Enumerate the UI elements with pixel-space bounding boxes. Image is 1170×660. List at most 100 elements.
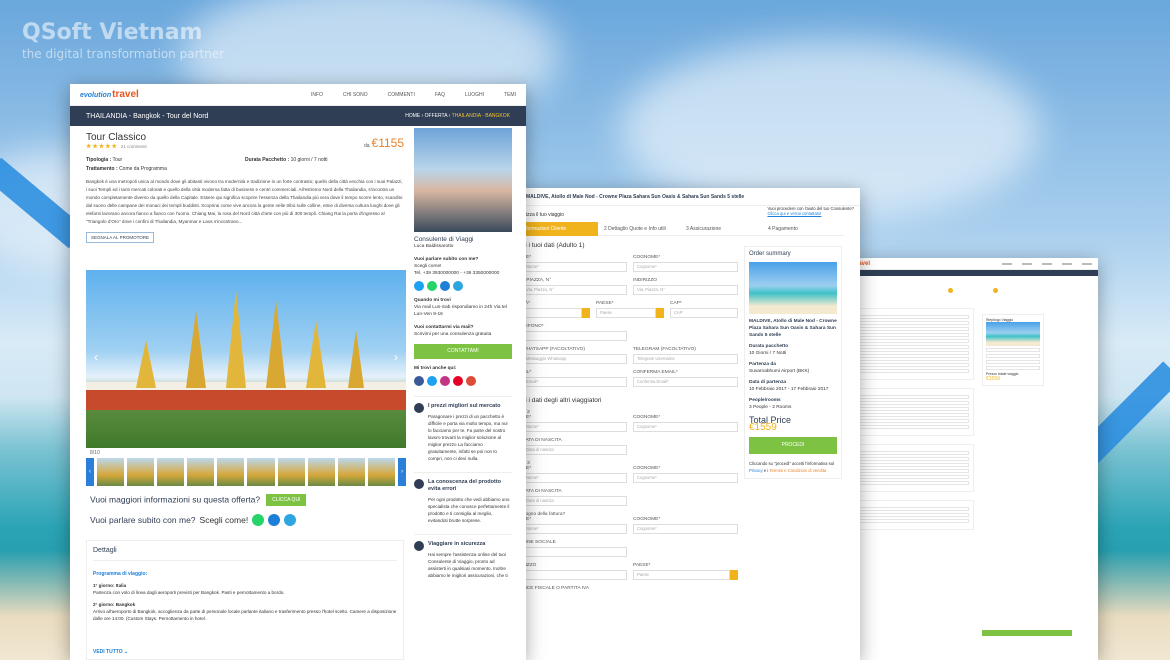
nav-faq[interactable]: FAQ: [435, 92, 445, 98]
gallery-image: ‹ ›: [86, 270, 406, 448]
chevron-left-icon[interactable]: ‹: [86, 458, 94, 486]
name-input[interactable]: Nome*: [522, 422, 627, 432]
privacy-link[interactable]: Privacy: [749, 468, 763, 473]
whatsapp-input[interactable]: Messaggio Whatsapp: [522, 354, 627, 364]
messenger-icon[interactable]: [440, 281, 450, 291]
chevron-right-icon[interactable]: ›: [390, 350, 402, 364]
phone-input[interactable]: [522, 331, 627, 341]
thumbnail[interactable]: [97, 458, 125, 486]
preview-nav: travel: [848, 258, 1098, 270]
see-all-link[interactable]: VEDI TUTTO ⌄: [93, 649, 128, 655]
thumbnail[interactable]: [217, 458, 245, 486]
chevron-down-icon[interactable]: [582, 308, 590, 318]
telegram-input[interactable]: Telegram Username: [633, 354, 738, 364]
google-plus-icon[interactable]: [466, 376, 476, 386]
name-input[interactable]: Nome*: [522, 262, 627, 272]
consultant-help[interactable]: Vuoi procedere con l'aiuto del tuo Consu…: [767, 206, 854, 216]
surname-input[interactable]: Cognome*: [633, 262, 738, 272]
thumbnail[interactable]: [337, 458, 365, 486]
birthdate-input[interactable]: Data di nascita: [522, 496, 627, 506]
step-insurance[interactable]: 3 Assicurazione: [680, 226, 762, 232]
chevron-down-icon[interactable]: [730, 570, 738, 580]
book-icon: [414, 479, 424, 489]
info-cta: Vuoi maggiori informazioni su questa off…: [90, 494, 307, 506]
order-summary: Order summary MALDIVE, Atollo di Male No…: [744, 246, 842, 479]
name-input[interactable]: Nome*: [522, 473, 627, 483]
city-select[interactable]: [522, 308, 582, 318]
billing-address-input[interactable]: [522, 570, 627, 580]
booking-form-window: MALDIVE, Atollo di Male Nod - Crowne Pla…: [516, 188, 860, 660]
gallery-thumbnails: ‹ ›: [86, 458, 406, 486]
nav-commenti[interactable]: COMMENTI: [388, 92, 415, 98]
surname-input[interactable]: Cognome*: [633, 524, 738, 534]
country-select[interactable]: Paese: [633, 570, 730, 580]
checkout-preview-window: travel Riepilogo Viaggio Prezzo totale v…: [848, 258, 1098, 660]
telegram-icon[interactable]: [453, 281, 463, 291]
logo[interactable]: evolutiontravel: [80, 89, 139, 100]
tour-title: Tour Classico: [86, 132, 147, 143]
nav-chi-sono[interactable]: CHI SONO: [343, 92, 368, 98]
building-icon: [414, 403, 424, 413]
page-header: THAILANDIA - Bangkok - Tour del Nord HOM…: [70, 106, 526, 126]
chevron-down-icon[interactable]: [656, 308, 664, 318]
contact-button[interactable]: CONTATTAMI: [414, 344, 512, 359]
whatsapp-icon[interactable]: [252, 514, 265, 526]
section-label: alizza il tuo viaggio: [522, 212, 564, 218]
chevron-right-icon[interactable]: ›: [397, 458, 406, 486]
pinterest-icon[interactable]: [453, 376, 463, 386]
chevron-left-icon[interactable]: ‹: [90, 350, 102, 364]
proceed-button[interactable]: PROCEDI: [749, 437, 837, 454]
step-client-info[interactable]: Informazioni Cliente: [516, 221, 598, 236]
address-input[interactable]: Via, Piazza, N°: [633, 285, 738, 295]
instagram-icon[interactable]: [440, 376, 450, 386]
nav-info[interactable]: INFO: [311, 92, 323, 98]
thumbnail[interactable]: [157, 458, 185, 486]
step-payment[interactable]: 4 Pagamento: [762, 226, 844, 232]
surname-input[interactable]: Cognome*: [633, 422, 738, 432]
temple-illustration: [86, 290, 406, 410]
beach-image: [986, 322, 1040, 346]
surname-input[interactable]: Cognome*: [633, 473, 738, 483]
skype-icon[interactable]: [414, 281, 424, 291]
consultant-sidebar: Consulente di Viaggi Luca Baldissarotto …: [414, 128, 512, 579]
feature-best-price: I prezzi migliori sul mercato Paragonare …: [414, 396, 512, 462]
tour-description: Bangkok è una metropoli unica al mondo d…: [86, 179, 403, 224]
thumbnail[interactable]: [307, 458, 335, 486]
name-input[interactable]: Nome*: [522, 524, 627, 534]
street-input[interactable]: Via, Piazza, N°: [522, 285, 627, 295]
nav-temi[interactable]: TEMI: [504, 92, 516, 98]
page-title: THAILANDIA - Bangkok - Tour del Nord: [86, 112, 209, 120]
preview-proceed-button[interactable]: [982, 630, 1072, 636]
whatsapp-icon[interactable]: [427, 281, 437, 291]
feature-security: Viaggiare in sicurezza Hai sempre l'assis…: [414, 534, 512, 579]
thumbnail[interactable]: [187, 458, 215, 486]
booking-title: MALDIVE, Atollo di Male Nod - Crowne Pla…: [516, 188, 860, 206]
facebook-icon[interactable]: [414, 376, 424, 386]
step-quotes[interactable]: 2 Dettaglio Quote e Info utili: [598, 226, 680, 232]
thumbnail[interactable]: [247, 458, 275, 486]
nav-luoghi[interactable]: LUOGHI: [465, 92, 484, 98]
company-input[interactable]: [522, 547, 627, 557]
confirm-email-input[interactable]: Conferma Email*: [633, 377, 738, 387]
thumbnail[interactable]: [127, 458, 155, 486]
preview-header: [848, 270, 1098, 276]
rating-stars[interactable]: ★★★★★ 21 commenti: [86, 143, 404, 150]
telegram-icon[interactable]: [284, 514, 297, 526]
preview-summary: Riepilogo Viaggio Prezzo totale viaggio …: [982, 314, 1044, 386]
click-here-button[interactable]: CLICCA QUI: [266, 494, 307, 506]
tour-page-window: evolutiontravel INFO CHI SONO COMMENTI F…: [70, 84, 526, 660]
details-panel: Dettagli Programma di viaggio: 1° giorno…: [86, 540, 404, 660]
report-button[interactable]: SEGNALA AL PROMOTORE: [86, 232, 155, 243]
watermark: QSoft Vietnam the digital transformation …: [22, 20, 225, 61]
twitter-icon[interactable]: [427, 376, 437, 386]
thumbnail[interactable]: [367, 458, 395, 486]
country-select[interactable]: Paese: [596, 308, 656, 318]
email-input[interactable]: Email*: [522, 377, 627, 387]
tour-info: Tour Classico ★★★★★ 21 commenti da €1155 T…: [86, 132, 404, 243]
messenger-icon[interactable]: [268, 514, 281, 526]
birthdate-input[interactable]: Data di nascita: [522, 445, 627, 455]
terms-link[interactable]: Termini e Condizioni di vendita: [769, 468, 826, 473]
zip-input[interactable]: CAP: [670, 308, 738, 318]
thumbnail[interactable]: [277, 458, 305, 486]
traveller-form: ci i tuoi dati (Adulto 1) ME* Nome* COGNOM…: [522, 242, 738, 591]
